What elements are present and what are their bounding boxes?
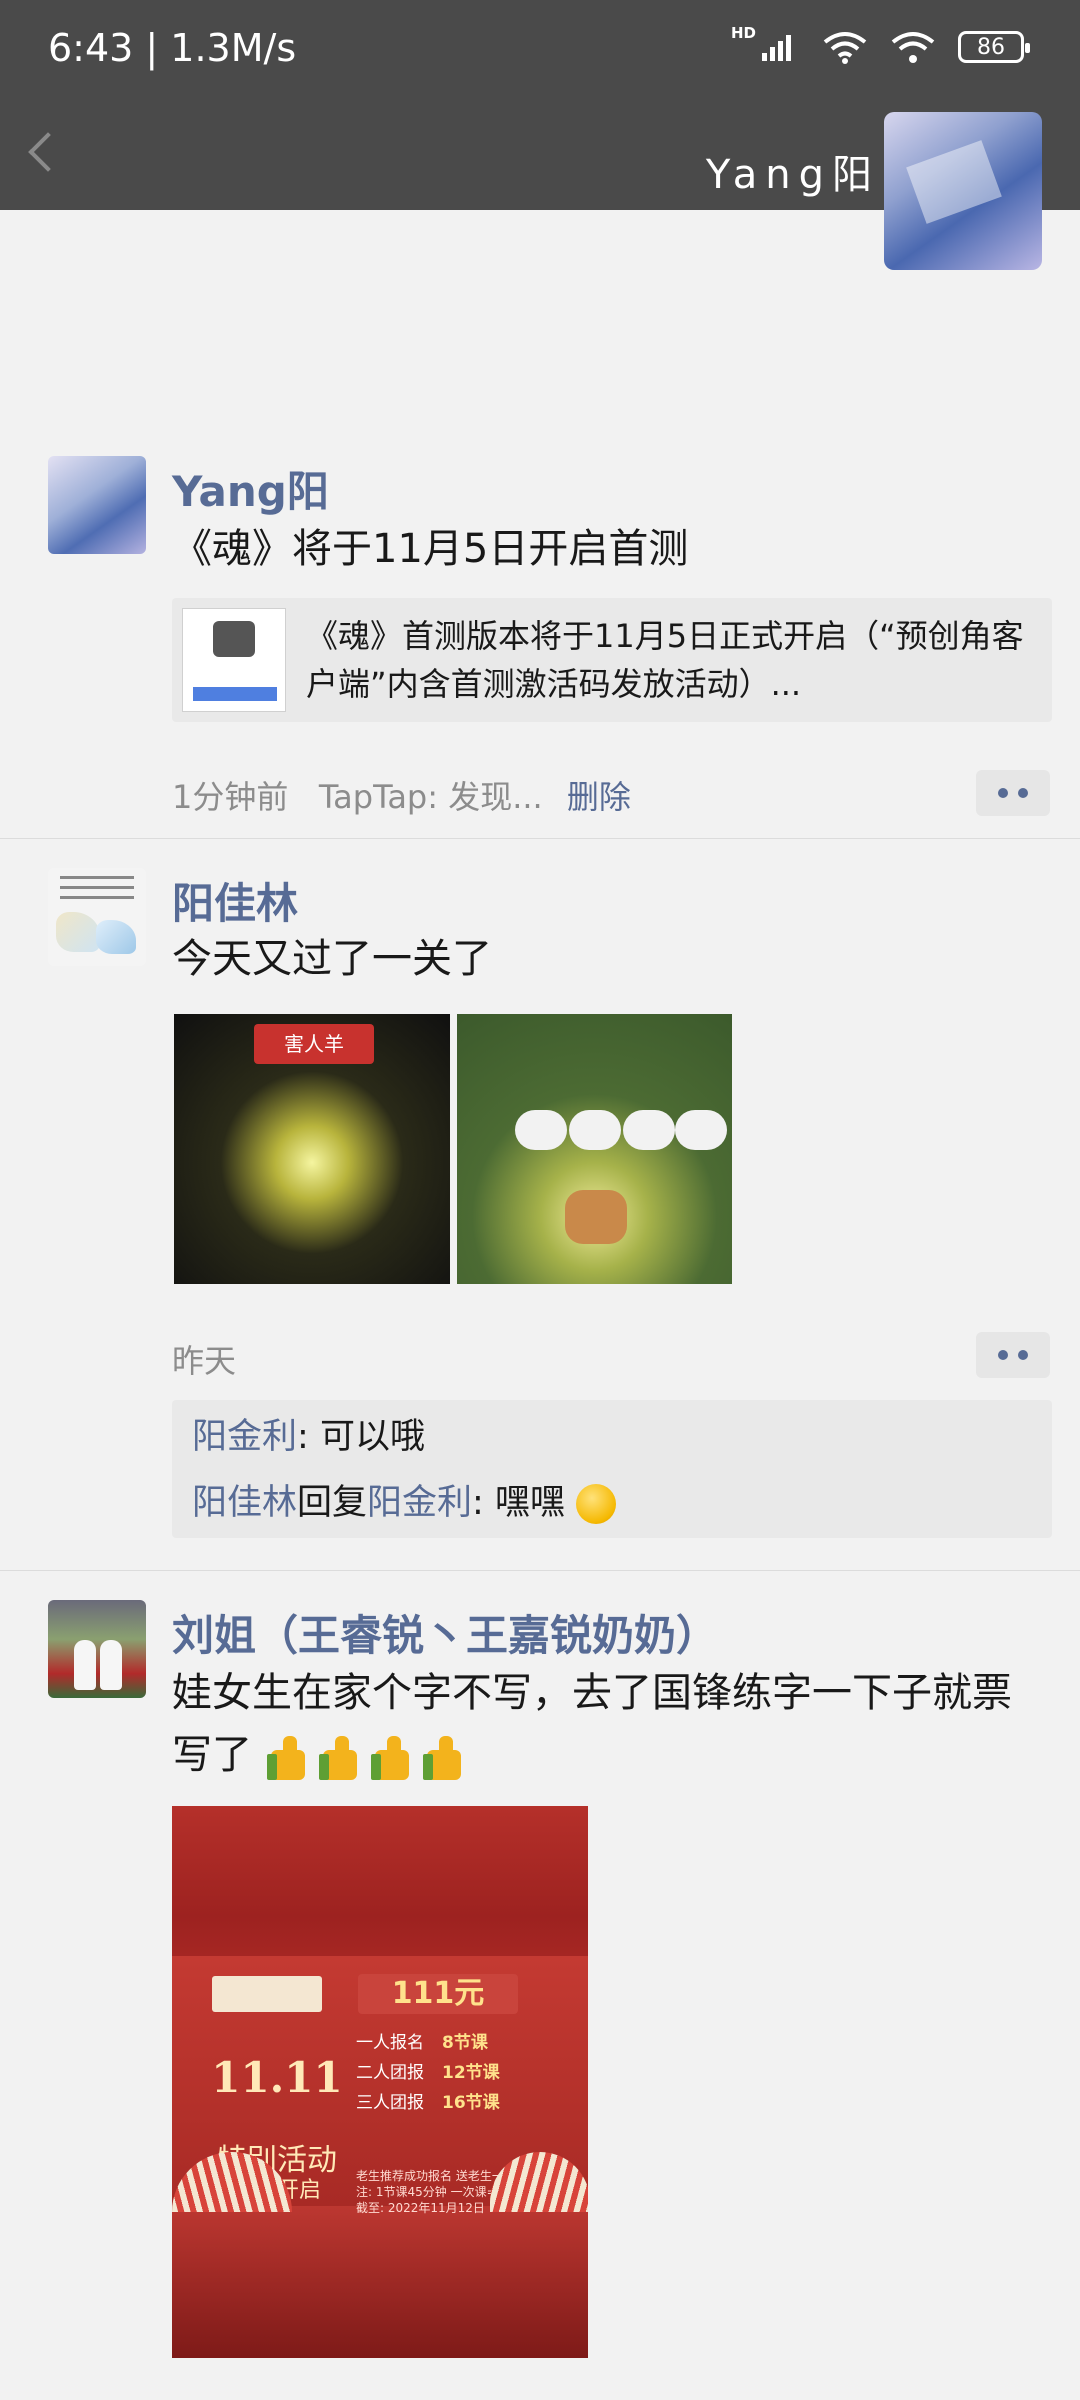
hd-badge: HD — [730, 24, 756, 42]
post-text: 今天又过了一关了 — [172, 936, 492, 982]
poster-price: 111元 — [358, 1974, 518, 2014]
comment-author[interactable]: 阳金利 — [192, 1417, 297, 1457]
comment-text: 嘿嘿 — [494, 1483, 565, 1523]
status-time: 6:43 | 1.3M/s — [48, 26, 297, 70]
cellular-signal-icon — [762, 35, 791, 61]
post-image[interactable]: 害人羊 — [174, 1014, 450, 1284]
thumbs-up-icon — [422, 1732, 473, 1782]
divider — [0, 1570, 1080, 1571]
sheep-image — [515, 1110, 567, 1150]
wifi-6-icon — [891, 32, 935, 63]
more-actions-button[interactable] — [976, 770, 1050, 816]
post-source[interactable]: TapTap: 发现... — [319, 778, 543, 816]
game-logo-icon — [213, 621, 255, 657]
avatar[interactable] — [48, 1600, 146, 1698]
post-meta: 1分钟前 TapTap: 发现... 删除 — [172, 772, 631, 818]
smile-emoji-icon — [576, 1484, 617, 1524]
post-text: 《魂》将于11月5日开启首测 — [172, 526, 689, 572]
divider — [0, 838, 1080, 839]
battery-level: 86 — [977, 34, 1005, 60]
avatar[interactable] — [48, 868, 146, 966]
status-icons: HD 86 — [731, 24, 1030, 64]
reply-word: 回复 — [297, 1483, 368, 1523]
delete-link[interactable]: 删除 — [567, 778, 631, 816]
poster-offer-list: 一人报名 8节课 二人团报 12节课 三人团报 16节课 — [356, 2033, 500, 2113]
game-banner: 害人羊 — [254, 1024, 374, 1064]
tiger-image — [565, 1190, 627, 1244]
battery-icon: 86 — [958, 31, 1030, 63]
sheep-image — [569, 1110, 621, 1150]
back-arrow-icon[interactable] — [28, 132, 68, 172]
post-author[interactable]: 阳佳林 — [172, 870, 298, 931]
page-title: Yang阳 — [705, 152, 880, 198]
reply-target[interactable]: 阳金利 — [367, 1483, 472, 1523]
post-time: 1分钟前 — [172, 778, 289, 816]
post-text: 娃女生在家个字不写，去了国锋练字一下子就票写了 — [172, 1662, 1032, 1786]
wifi-icon — [823, 32, 867, 64]
post-image[interactable]: 111元 一人报名 8节课 二人团报 12节课 三人团报 16节课 11.11 特别活… — [172, 1806, 588, 2358]
thumbs-up-icon — [266, 1732, 317, 1782]
sheep-image — [675, 1110, 727, 1150]
comment-text: 可以哦 — [319, 1417, 425, 1457]
post-author[interactable]: Yang阳 — [172, 458, 329, 519]
link-title: 《魂》首测版本将于11月5日正式开启（“预创角客户端”内含首测激活码发放活动）.… — [306, 617, 1024, 703]
link-card[interactable]: 《魂》首测版本将于11月5日正式开启（“预创角客户端”内含首测激活码发放活动）.… — [172, 598, 1052, 722]
brand-logo — [212, 1976, 322, 2012]
comment-list: 阳金利: 可以哦 阳佳林回复阳金利: 嘿嘿 — [172, 1400, 1052, 1538]
profile-avatar[interactable] — [884, 112, 1042, 270]
post-time: 昨天 — [172, 1342, 237, 1380]
comment-item[interactable]: 阳金利: 可以哦 — [192, 1404, 1032, 1470]
thumbs-up-icon — [318, 1732, 369, 1782]
shoe-image — [96, 920, 136, 954]
more-actions-button[interactable] — [976, 1332, 1050, 1378]
poster-date: 11.11 — [211, 2053, 343, 2102]
comment-item[interactable]: 阳佳林回复阳金利: 嘿嘿 — [192, 1470, 1032, 1536]
download-bar — [193, 687, 277, 701]
link-thumbnail — [182, 608, 286, 712]
comment-author[interactable]: 阳佳林 — [192, 1483, 297, 1523]
post-author[interactable]: 刘姐（王睿锐丶王嘉锐奶奶） — [172, 1602, 718, 1663]
avatar[interactable] — [48, 456, 146, 554]
post-image[interactable] — [457, 1014, 732, 1284]
shoe-image — [56, 912, 100, 952]
sheep-image — [623, 1110, 675, 1150]
thumbs-up-icon — [370, 1732, 421, 1782]
